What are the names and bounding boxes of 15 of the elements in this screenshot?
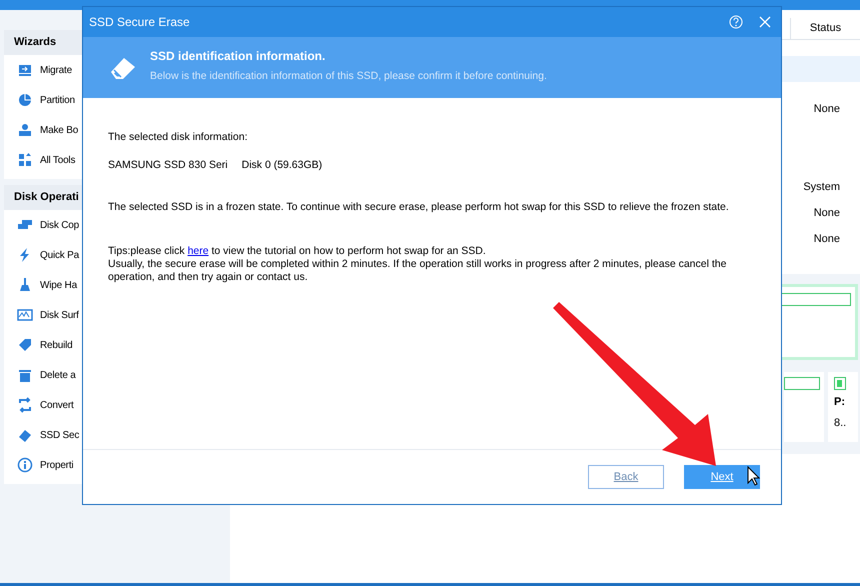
dialog-title: SSD Secure Erase xyxy=(89,14,191,31)
section-title: Disk Operati xyxy=(14,190,79,206)
disk-name: Disk 0 (59.63GB) xyxy=(242,158,322,173)
note-text: Usually, the secure erase will be completed within 2 minutes. If the operation still works in progress after 2 minutes, please cancel the operation, and then try again or contact us. xyxy=(108,258,728,284)
disk-info-label: The selected disk information: xyxy=(108,130,248,145)
disk-model: SAMSUNG SSD 830 Seri xyxy=(108,158,228,173)
partition-size: 8.. xyxy=(834,416,848,430)
tips-text: Tips:please click here to view the tutorial on how to perform hot swap for an SSD. xyxy=(108,245,487,258)
header-title: SSD identification information. xyxy=(150,48,326,65)
frozen-message: The selected SSD is in a frozen state. To continue with secure erase, please perform hot swap for this SSD to relieve the frozen state. xyxy=(108,200,730,214)
partition-label: P: xyxy=(834,395,846,410)
section-title: Wizards xyxy=(14,35,56,50)
status-cell-text: System xyxy=(803,180,840,195)
status-cell-text: None xyxy=(814,102,840,117)
header-subtitle: Below is the identification information of this SSD, please confirm it before continuing. xyxy=(150,68,547,84)
